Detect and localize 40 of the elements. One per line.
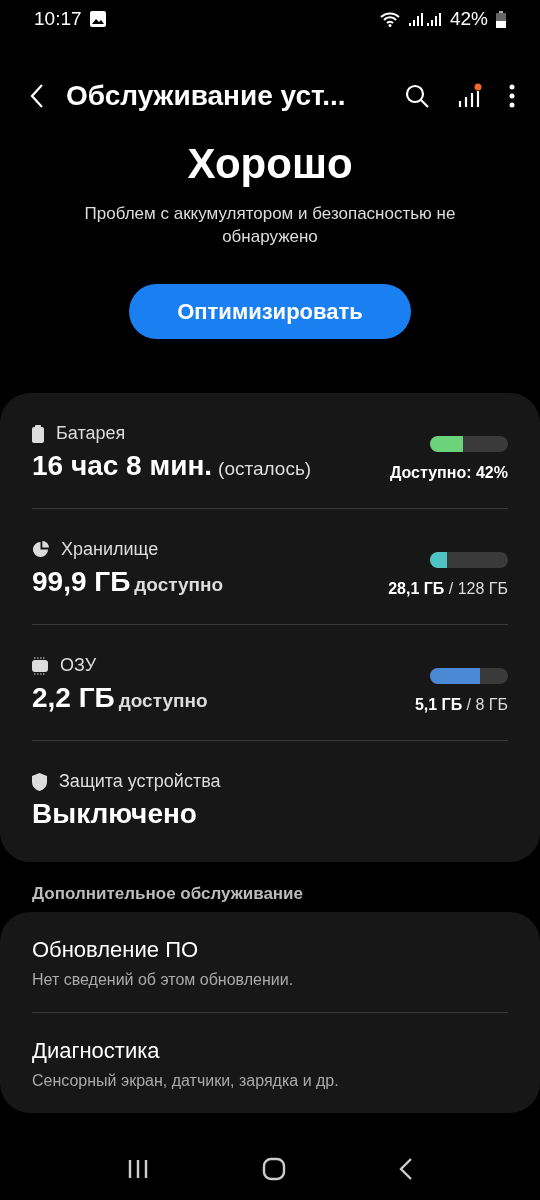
section-title: Дополнительное обслуживание bbox=[31, 883, 305, 905]
menu-item-subtitle: Сенсорный экран, датчики, зарядка и др. bbox=[32, 1072, 340, 1090]
usage-reading: Доступно: 42% bbox=[389, 464, 508, 482]
wifi-icon bbox=[379, 11, 400, 27]
home-button[interactable] bbox=[262, 1157, 286, 1181]
recent-apps-button[interactable] bbox=[126, 1159, 149, 1179]
search-icon bbox=[404, 83, 430, 109]
battery-icon bbox=[496, 10, 506, 28]
item-label: Хранилище bbox=[61, 539, 159, 560]
menu-icon bbox=[508, 83, 516, 109]
remaining-value: 2,2 ГБ bbox=[32, 682, 115, 713]
menu-item-title[interactable]: Диагностика bbox=[32, 1038, 508, 1064]
value-suffix: доступно bbox=[134, 574, 224, 595]
item-label: Батарея bbox=[56, 423, 126, 444]
back-icon bbox=[30, 83, 44, 109]
item-label: Защита устройства bbox=[59, 771, 221, 792]
remaining-value: 99,9 ГБ bbox=[32, 566, 131, 597]
menu-item-title[interactable]: Обновление ПО bbox=[32, 937, 508, 963]
battery-icon bbox=[32, 424, 44, 443]
value-suffix: доступно bbox=[118, 690, 208, 711]
shield-icon bbox=[32, 772, 47, 791]
clock: 10:17 bbox=[34, 8, 82, 30]
image-icon bbox=[89, 11, 106, 27]
back-nav-button[interactable] bbox=[399, 1158, 414, 1180]
status-value: Выключено bbox=[32, 798, 197, 830]
menu-item-subtitle: Нет сведений об этом обновлении. bbox=[32, 971, 295, 989]
battery-level: 42% bbox=[449, 8, 488, 30]
remaining-value: 16 час 8 мин. bbox=[32, 450, 213, 481]
status-heading: Хорошо bbox=[186, 140, 354, 188]
usage-reading: 5,1 ГБ / 8 ГБ bbox=[414, 696, 508, 714]
chip-icon bbox=[32, 656, 48, 675]
pie-chart-icon bbox=[32, 541, 49, 558]
value-suffix: (осталось) bbox=[218, 458, 312, 479]
item-label: ОЗУ bbox=[60, 655, 97, 676]
status-message: Проблем с аккумулятором и безопасностью не обнаружено bbox=[83, 203, 457, 248]
usage-reading: 28,1 ГБ / 128 ГБ bbox=[388, 580, 508, 598]
signal-icon bbox=[407, 12, 442, 26]
page-title: Обслуживание уст... bbox=[66, 80, 347, 112]
bar-chart-icon bbox=[456, 83, 482, 109]
optimize-button[interactable]: Оптимизировать bbox=[129, 284, 411, 339]
